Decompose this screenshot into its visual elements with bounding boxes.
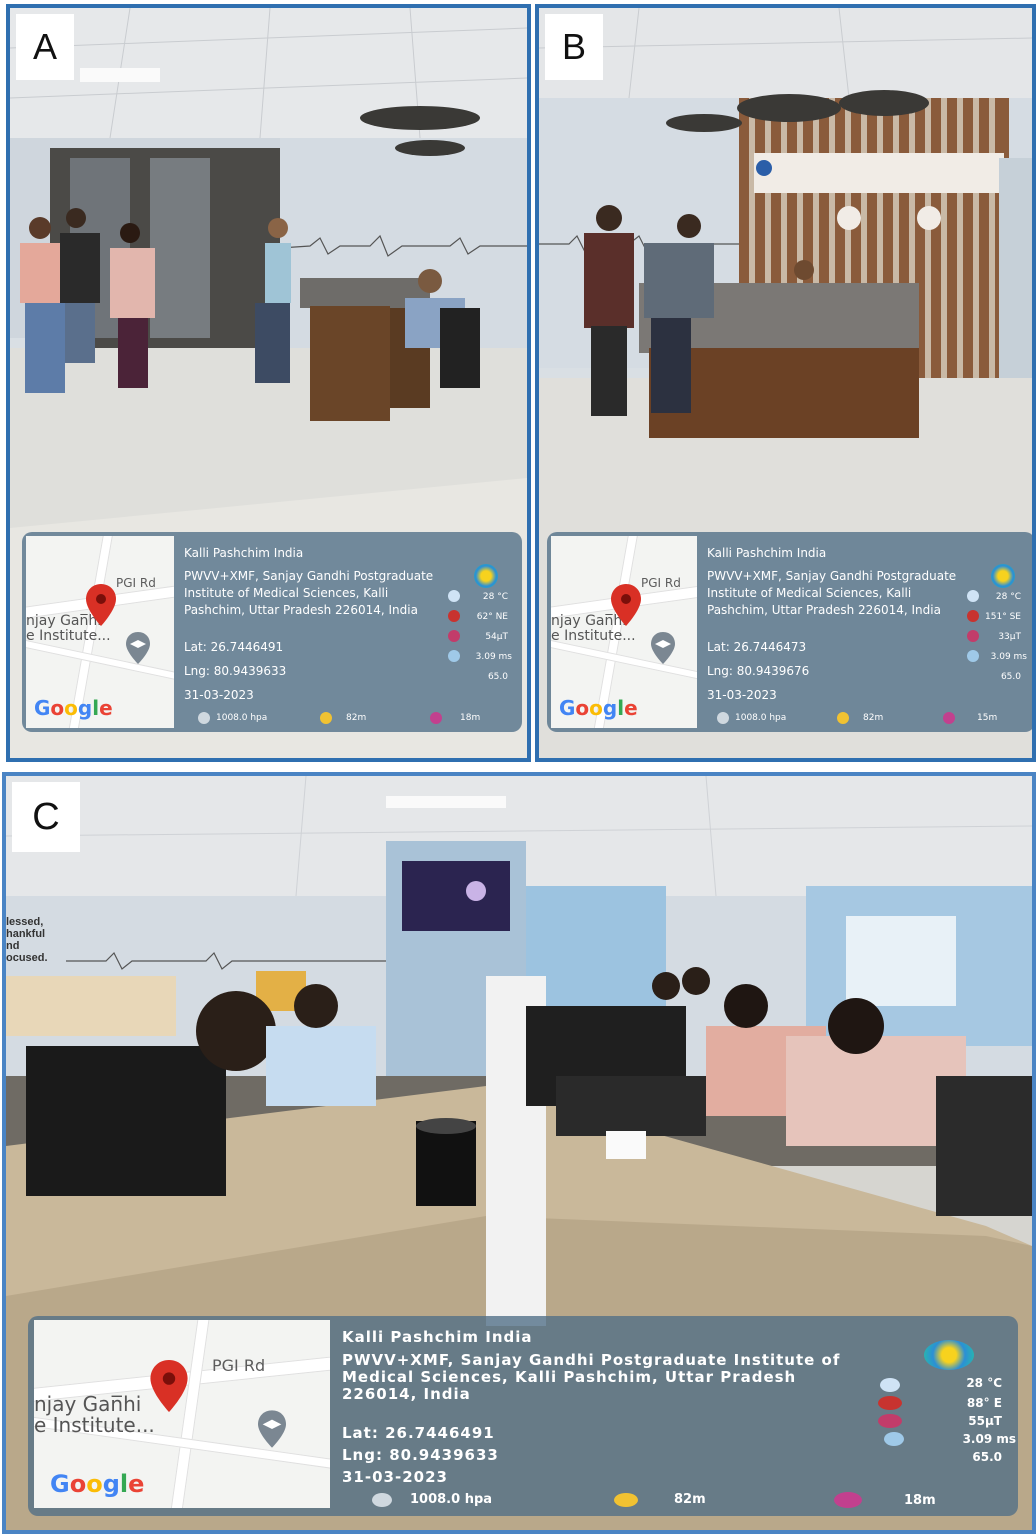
- panel-label: C: [12, 782, 80, 852]
- wind-icon: [448, 630, 460, 642]
- magnetic-field: 33µT: [998, 632, 1021, 642]
- wind-speed: 3.09 ms: [962, 1432, 1016, 1446]
- wind-direction: 151° SE: [985, 612, 1021, 622]
- humidity-icon: [884, 1432, 904, 1446]
- pressure-icon: [372, 1492, 392, 1507]
- pressure-icon: [198, 712, 210, 724]
- date: 31-03-2023: [707, 688, 777, 702]
- altitude: 82m: [674, 1492, 706, 1507]
- compass-icon: [448, 590, 460, 602]
- accuracy-icon: [834, 1492, 862, 1508]
- road-label: PGI Rd: [116, 576, 156, 590]
- latitude: Lat: 26.7446491: [342, 1424, 495, 1442]
- altitude-row: 82m: [614, 1492, 706, 1507]
- wind-icon: [967, 630, 979, 642]
- graduation-cap-icon: [651, 632, 675, 664]
- weather-icon: [474, 564, 498, 588]
- date: 31-03-2023: [184, 688, 254, 702]
- temperature: 28 °C: [995, 592, 1021, 602]
- pressure-row: 1008.0 hpa: [717, 712, 786, 724]
- map-pin-icon: [86, 584, 116, 626]
- pressure-icon: [717, 712, 729, 724]
- geotag-overlay: PGI Rd njay Gan̅hi e Institute... Google…: [547, 532, 1032, 732]
- google-logo: Google: [50, 1470, 145, 1498]
- google-logo: Google: [559, 696, 638, 720]
- location-title: Kalli Pashchim India: [707, 546, 827, 560]
- wind-direction: 62° NE: [476, 612, 508, 622]
- altitude-icon: [837, 712, 849, 724]
- map-thumbnail: PGI Rd njay Gan̅hi e Institute... Google: [26, 536, 174, 728]
- compass-icon: [967, 590, 979, 602]
- temperature: 28 °C: [966, 1376, 1002, 1390]
- geotag-overlay: PGI Rd njay Gan̅hi e Institute... Google…: [28, 1316, 1018, 1516]
- longitude: Lng: 80.9439633: [184, 664, 287, 678]
- latitude: Lat: 26.7446491: [184, 640, 284, 654]
- humidity: 65.0: [972, 1450, 1002, 1464]
- geotag-overlay: PGI Rd njay Gan̅hi e Institute... Google…: [22, 532, 522, 732]
- wind-direction: 88° E: [966, 1396, 1002, 1410]
- altitude-row: 82m: [837, 712, 883, 724]
- panel-label: B: [545, 14, 603, 80]
- pressure: 1008.0 hpa: [410, 1492, 493, 1507]
- weather-icon: [924, 1340, 974, 1370]
- accuracy-row: 18m: [834, 1492, 936, 1508]
- map-pin-icon: [150, 1360, 188, 1412]
- location-title: Kalli Pashchim India: [184, 546, 304, 560]
- accuracy-icon: [430, 712, 442, 724]
- compass-icon: [880, 1378, 900, 1392]
- magnetic-field: 54µT: [485, 632, 508, 642]
- magnetic-field: 55µT: [968, 1414, 1002, 1428]
- temperature: 28 °C: [482, 592, 508, 602]
- pressure-row: 1008.0 hpa: [372, 1492, 492, 1507]
- altitude-icon: [320, 712, 332, 724]
- altitude-icon: [614, 1492, 638, 1507]
- accuracy: 18m: [904, 1492, 936, 1508]
- magnet-icon: [878, 1396, 902, 1410]
- weather-icon: [991, 564, 1015, 588]
- address: PWVV+XMF, Sanjay Gandhi Postgraduate Ins…: [707, 569, 957, 617]
- longitude: Lng: 80.9439676: [707, 664, 810, 678]
- accuracy: 15m: [977, 713, 998, 723]
- latitude: Lat: 26.7446473: [707, 640, 807, 654]
- road-label: PGI Rd: [212, 1356, 266, 1375]
- map-thumbnail: PGI Rd njay Gan̅hi e Institute... Google: [551, 536, 697, 728]
- altitude: 82m: [346, 713, 367, 723]
- pressure: 1008.0 hpa: [735, 713, 787, 723]
- panel-c: lessed, hankful nd ocused. C PGI Rd njay…: [2, 772, 1036, 1534]
- humidity-icon: [448, 650, 460, 662]
- longitude: Lng: 80.9439633: [342, 1446, 499, 1464]
- wind-speed: 3.09 ms: [990, 652, 1027, 662]
- address: PWVV+XMF, Sanjay Gandhi Postgraduate Ins…: [184, 569, 434, 617]
- graduation-cap-icon: [258, 1410, 286, 1448]
- panel-a: A PGI Rd njay Gan̅hi e Institute... Goog…: [6, 4, 531, 762]
- pressure: 1008.0 hpa: [216, 713, 268, 723]
- altitude-row: 82m: [320, 712, 366, 724]
- map-thumbnail: PGI Rd njay Gan̅hi e Institute... Google: [34, 1320, 330, 1508]
- place-label: njay Gan̅hi e Institute...: [34, 1392, 155, 1437]
- magnet-icon: [448, 610, 460, 622]
- location-title: Kalli Pashchim India: [342, 1328, 533, 1346]
- map-pin-icon: [611, 584, 641, 626]
- wind-icon: [878, 1414, 902, 1428]
- accuracy-icon: [943, 712, 955, 724]
- humidity: 65.0: [1000, 672, 1021, 682]
- accuracy: 18m: [460, 713, 481, 723]
- wall-slogan: lessed, hankful nd ocused.: [6, 916, 48, 964]
- accuracy-row: 15m: [943, 712, 997, 724]
- panel-label: A: [16, 14, 74, 80]
- date: 31-03-2023: [342, 1468, 448, 1486]
- humidity: 65.0: [487, 672, 508, 682]
- wind-speed: 3.09 ms: [475, 652, 512, 662]
- accuracy-row: 18m: [430, 712, 480, 724]
- humidity-icon: [967, 650, 979, 662]
- address: PWVV+XMF, Sanjay Gandhi Postgraduate Ins…: [342, 1351, 841, 1403]
- graduation-cap-icon: [126, 632, 150, 664]
- road-label: PGI Rd: [641, 576, 681, 590]
- pressure-row: 1008.0 hpa: [198, 712, 267, 724]
- panel-b: B PGI Rd njay Gan̅hi e Institute... Goog…: [535, 4, 1036, 762]
- google-logo: Google: [34, 696, 113, 720]
- altitude: 82m: [863, 713, 884, 723]
- magnet-icon: [967, 610, 979, 622]
